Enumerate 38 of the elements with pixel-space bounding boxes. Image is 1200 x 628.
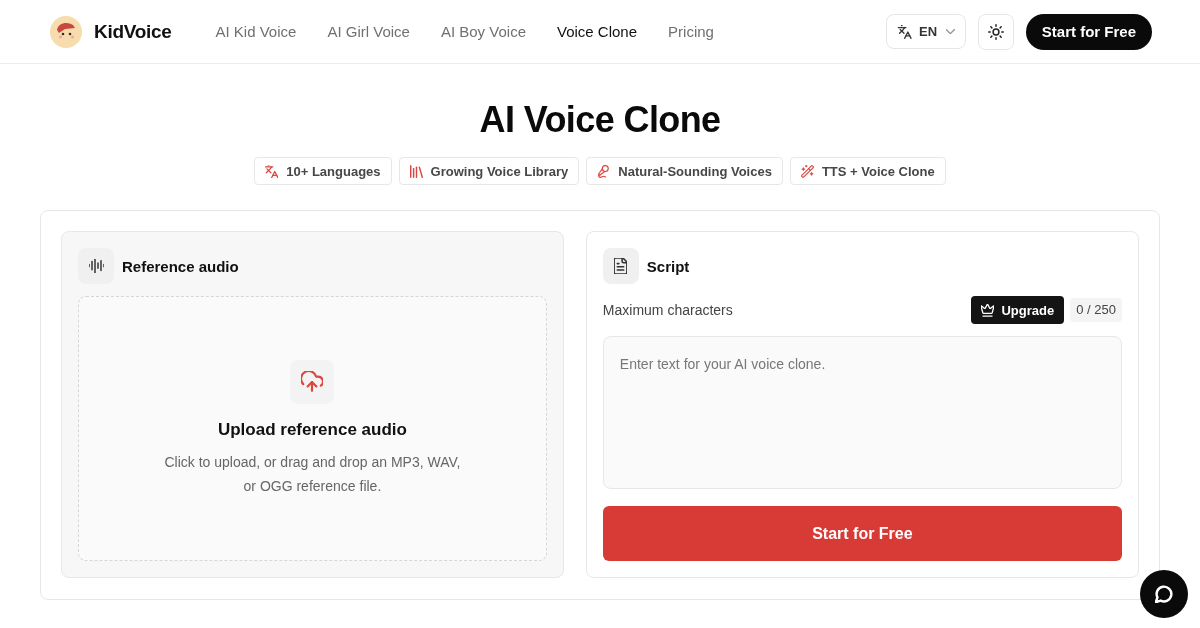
nav-link[interactable]: AI Girl Voice (327, 23, 410, 40)
brand-name[interactable]: KidVoice (94, 20, 172, 43)
translate-icon (265, 164, 279, 178)
sun-icon (987, 23, 1004, 40)
kid-mascot-icon[interactable] (50, 15, 82, 48)
start-for-free-button[interactable]: Start for Free (1025, 13, 1152, 50)
chevron-down-icon (946, 29, 955, 34)
magic-wand-icon (800, 164, 814, 178)
upload-cloud-icon (290, 359, 335, 404)
language-selector[interactable]: EN (885, 14, 966, 49)
translate-icon (896, 23, 913, 40)
waveform-icon (78, 248, 114, 284)
nav-link[interactable]: Voice Clone (557, 23, 638, 40)
feature-label: Growing Voice Library (430, 163, 569, 179)
feature-label: 10+ Languages (286, 163, 381, 179)
microphone-icon (597, 164, 611, 178)
upload-dropzone[interactable]: Upload reference audio Click to upload, or drag and drop an MP3, WAV, or OGG reference file. (78, 296, 547, 561)
limit-label: Maximum characters (602, 302, 733, 318)
nav-link[interactable]: AI Boy Voice (440, 23, 526, 40)
crown-icon (981, 303, 995, 317)
nav-link[interactable]: Pricing (668, 23, 714, 40)
panel-title: Reference audio (122, 257, 239, 275)
upload-title: Upload reference audio (217, 419, 407, 440)
feature-label: Natural-Sounding Voices (618, 163, 772, 179)
books-icon (409, 164, 423, 178)
character-counter: 0 / 250 (1070, 298, 1122, 322)
panel-title: Script (646, 257, 690, 275)
start-for-free-button[interactable]: Start for Free (602, 506, 1122, 561)
document-icon (602, 248, 639, 284)
chat-icon (1155, 585, 1173, 603)
chat-button[interactable] (1140, 570, 1188, 618)
nav-link[interactable]: AI Kid Voice (215, 23, 297, 40)
upgrade-button[interactable]: Upgrade (971, 296, 1065, 324)
theme-toggle-button[interactable] (977, 13, 1014, 50)
feature-label: TTS + Voice Clone (821, 163, 935, 179)
script-input[interactable]: Enter text for your AI voice clone. (602, 336, 1122, 489)
upload-description: Click to upload, or drag and drop an MP3, WAV, or OGG reference file. (163, 452, 462, 496)
page-title: AI Voice Clone (478, 98, 722, 142)
